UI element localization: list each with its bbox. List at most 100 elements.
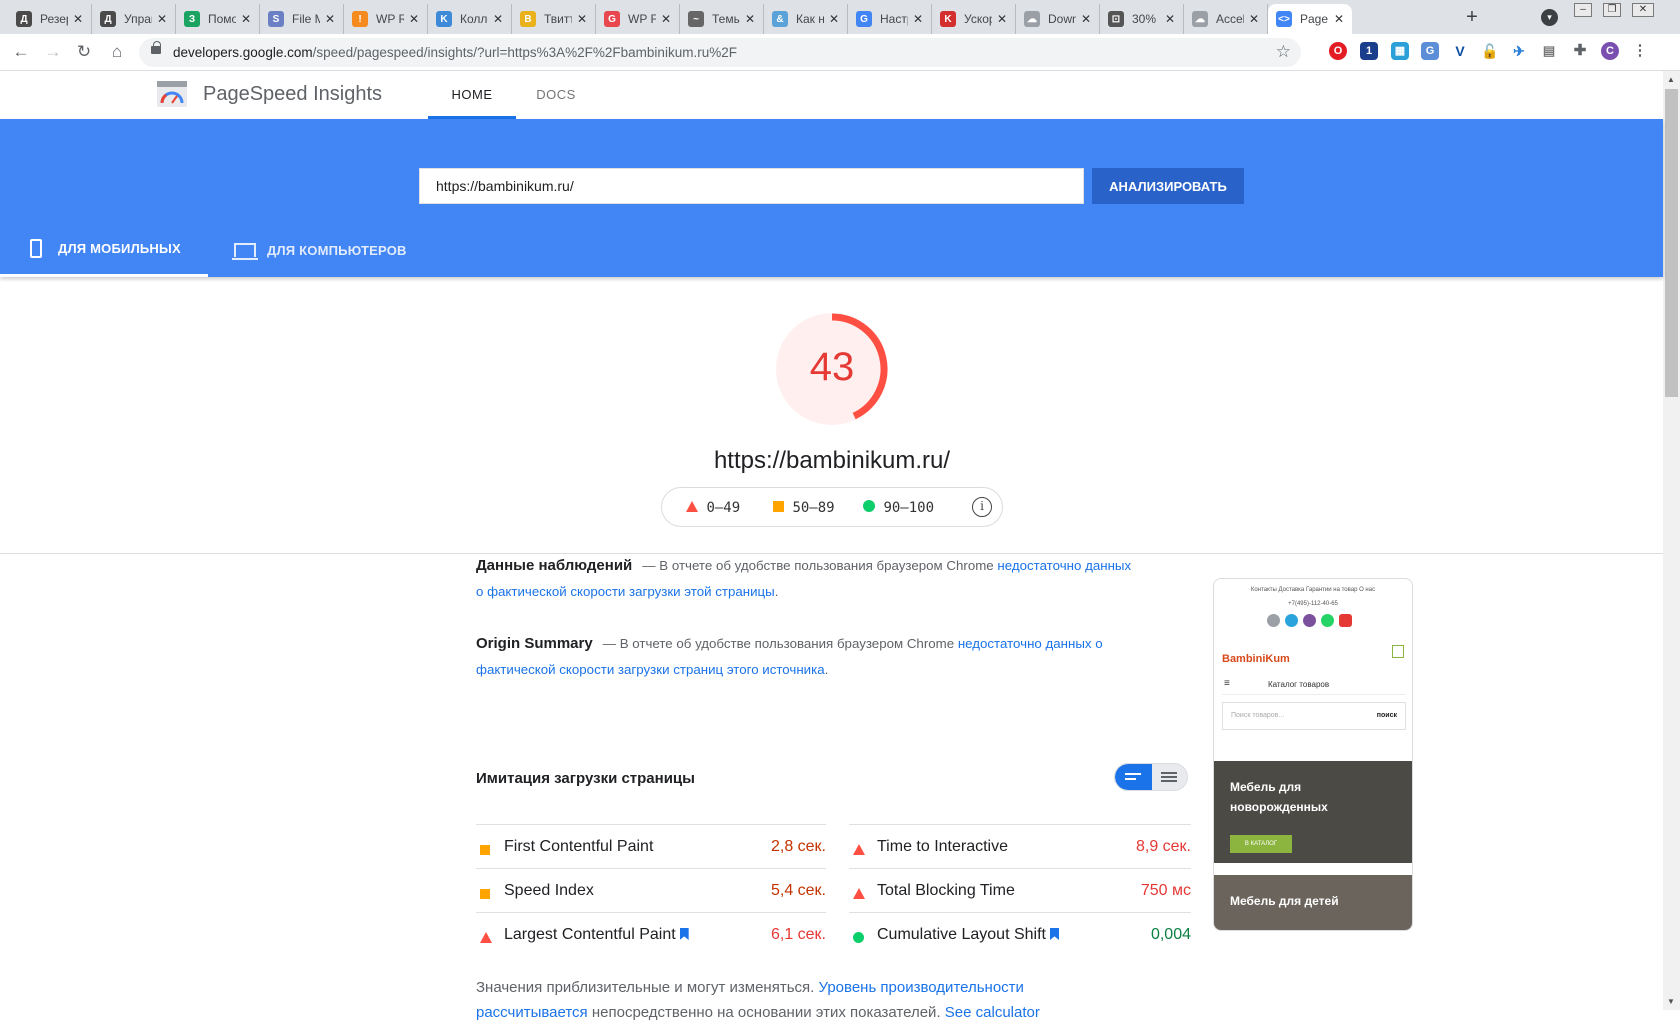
tab-close-icon[interactable]: ✕ [1165,12,1175,26]
footnote-text: Значения приблизительные и могут изменят… [476,979,819,996]
browser-tab[interactable]: ☁ Accelerated ✕ [1184,4,1268,34]
extension-counter-icon[interactable]: 1 [1360,42,1378,60]
tab-close-icon[interactable]: ✕ [493,12,503,26]
extension-window-icon[interactable]: ▤ [1540,42,1558,60]
extensions-puzzle-icon[interactable]: ✚ [1571,42,1589,60]
menu-kebab-icon[interactable]: ⋮ [1631,42,1649,60]
metric-row: Total Blocking Time 750 мс [849,868,1191,915]
tab-close-icon[interactable]: ✕ [1334,12,1344,26]
info-icon[interactable]: i [972,497,992,517]
field-data-section: Данные наблюдений — В отчете об удобстве … [476,553,1140,605]
extension-lock-icon[interactable]: 🔓 [1481,42,1499,60]
phone-icon [30,239,42,258]
scroll-up-icon[interactable]: ▲ [1667,75,1675,84]
browser-tab[interactable]: ! WP Rocket ✕ [344,4,428,34]
extension-calendar-icon[interactable]: ▦ [1391,42,1409,60]
metrics-view-toggle[interactable] [1114,763,1188,791]
extension-plane-icon[interactable]: ✈ [1510,42,1528,60]
browser-tab[interactable]: G WP Fastest ✕ [596,4,680,34]
tab-close-icon[interactable]: ✕ [325,12,335,26]
shot-search: Поиск товаров... поиск [1222,702,1406,730]
browser-tab[interactable]: ☁ Download ✕ [1016,4,1100,34]
tab-title: Ускорение [964,12,992,26]
browser-tab[interactable]: ~ Темы ✕ [680,4,764,34]
extension-vk-icon[interactable]: V [1451,42,1469,60]
close-window-icon[interactable]: ✕ [1632,3,1654,17]
tab-close-icon[interactable]: ✕ [157,12,167,26]
toggle-expanded-icon[interactable] [1161,772,1177,774]
tab-desktop[interactable]: ДЛЯ КОМПЬЮТЕРОВ [208,223,428,277]
average-square-icon [480,842,490,860]
tab-close-icon[interactable]: ✕ [241,12,251,26]
new-tab-button[interactable]: + [1460,6,1484,30]
score-legend: 0–49 50–89 90–100 i [661,487,1003,527]
tab-close-icon[interactable]: ✕ [913,12,923,26]
fail-triangle-icon [853,886,865,904]
tab-favicon-icon: Д [100,11,116,27]
browser-tab[interactable]: K Коллекции ✕ [428,4,512,34]
browser-tab[interactable]: B Твиттер ✕ [512,4,596,34]
browser-tab[interactable]: G Настройки ✕ [848,4,932,34]
tab-mobile-label: ДЛЯ МОБИЛЬНЫХ [58,241,181,256]
tab-title: Как настроить [796,12,824,26]
reload-icon[interactable]: ↻ [73,42,95,62]
tab-close-icon[interactable]: ✕ [1081,12,1091,26]
origin-summary-section: Origin Summary — В отчете об удобстве пол… [476,631,1140,683]
tab-close-icon[interactable]: ✕ [745,12,755,26]
tab-close-icon[interactable]: ✕ [1249,12,1259,26]
analyze-button[interactable]: АНАЛИЗИРОВАТЬ [1092,168,1244,204]
tab-title: Темы [712,12,740,26]
browser-tab[interactable]: ⊡ 30% быстрее ✕ [1100,4,1184,34]
extension-opera-icon[interactable]: O [1329,42,1347,60]
url-input[interactable] [419,168,1084,204]
extension-translate-icon[interactable]: G [1421,42,1439,60]
browser-tab[interactable]: K Ускорение ✕ [932,4,1016,34]
page-scrollbar[interactable]: ▲ ▼ [1663,71,1680,1010]
toggle-compact-view[interactable] [1115,764,1152,790]
restore-icon[interactable]: ❐ [1603,3,1621,17]
browser-tab[interactable]: З Помощь ✕ [176,4,260,34]
tab-title: 30% быстрее [1132,12,1160,26]
tab-favicon-icon: B [520,11,536,27]
tab-close-icon[interactable]: ✕ [829,12,839,26]
tab-close-icon[interactable]: ✕ [73,12,83,26]
scrollbar-thumb[interactable] [1665,89,1678,397]
tab-favicon-icon: K [436,11,452,27]
metric-name: Cumulative Layout Shift [877,926,1046,943]
scroll-down-icon[interactable]: ▼ [1667,997,1675,1006]
forward-icon[interactable]: → [42,42,64,62]
pass-circle-icon [853,930,864,948]
tab-close-icon[interactable]: ✕ [409,12,419,26]
browser-tab[interactable]: Д Управление ✕ [92,4,176,34]
see-calculator-link[interactable]: See calculator [945,1004,1040,1021]
nav-home-tab[interactable]: HOME [428,87,516,119]
metric-name: Speed Index [504,882,594,899]
browser-tab[interactable]: Д Резервная ✕ [8,4,92,34]
metric-value: 8,9 сек. [1135,838,1191,855]
tab-title: Download [1048,12,1076,26]
lab-data-title: Имитация загрузки страницы [476,770,695,787]
shot-banner-kids: Мебель для детей [1214,875,1412,930]
nav-docs-tab[interactable]: DOCS [516,87,596,102]
bookmark-star-icon[interactable]: ☆ [1276,42,1291,62]
browser-tab[interactable]: S File Manager ✕ [260,4,344,34]
browser-tab[interactable]: &Как настроить ✕ [764,4,848,34]
tab-favicon-icon: ☁ [1192,11,1208,27]
shot-social-icons [1267,614,1352,627]
tab-close-icon[interactable]: ✕ [577,12,587,26]
tab-search-icon[interactable]: ▾ [1541,9,1558,26]
tab-title: WP Rocket [376,12,404,26]
browser-tab[interactable]: <> PageSpeed Insights ✕ [1268,4,1352,34]
home-icon[interactable]: ⌂ [106,42,128,62]
metric-value: 750 мс [1140,882,1191,899]
address-bar[interactable]: developers.google.com/speed/pagespeed/in… [139,38,1301,67]
back-icon[interactable]: ← [10,42,32,62]
tab-favicon-icon: <> [1276,11,1292,27]
tab-close-icon[interactable]: ✕ [661,12,671,26]
tab-mobile[interactable]: ДЛЯ МОБИЛЬНЫХ [0,223,208,277]
profile-avatar[interactable]: C [1601,42,1619,60]
minimize-icon[interactable]: – [1574,3,1592,17]
address-url[interactable]: developers.google.com/speed/pagespeed/in… [173,45,737,60]
metric-value: 6,1 сек. [770,926,826,943]
tab-close-icon[interactable]: ✕ [997,12,1007,26]
